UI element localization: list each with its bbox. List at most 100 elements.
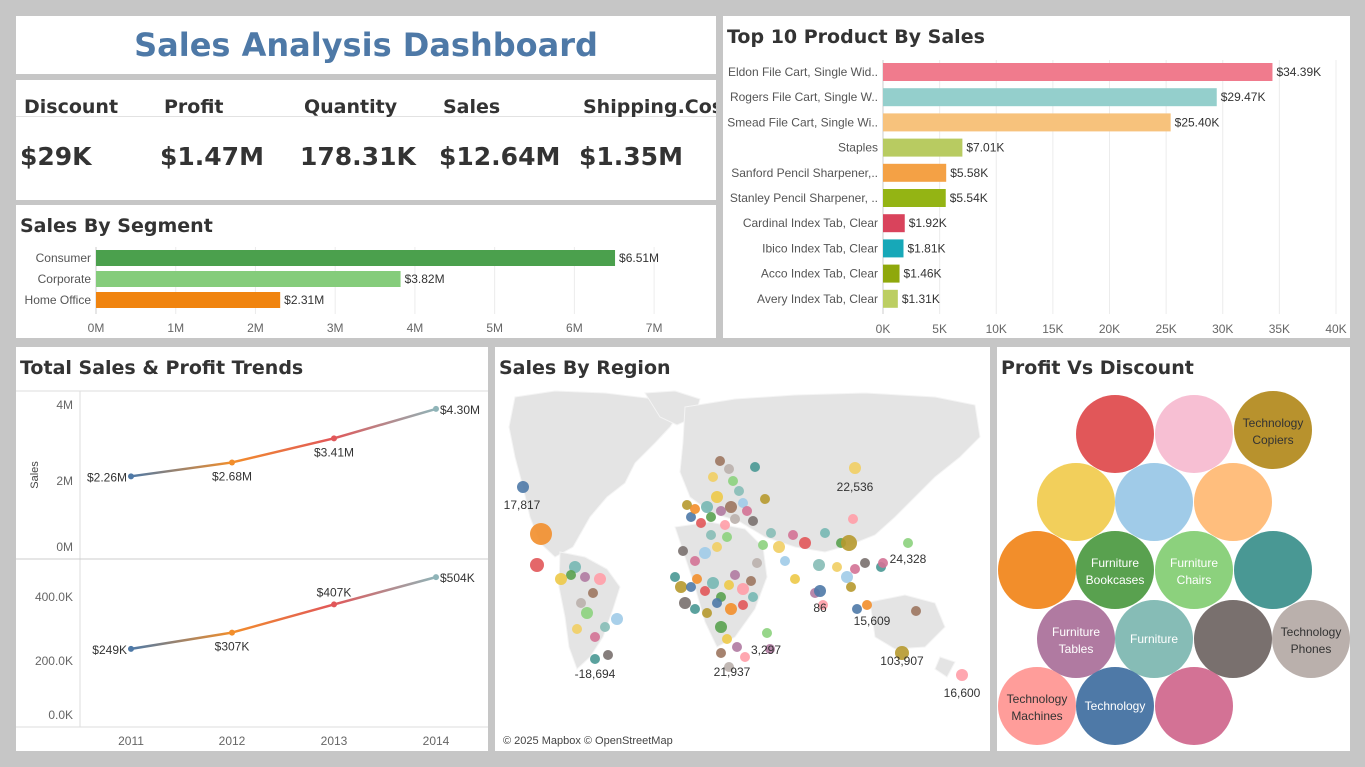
region-dot [722,532,732,542]
category-label: Corporate [38,272,92,286]
region-dot [734,486,744,496]
region-dot [588,588,598,598]
bar [883,88,1217,107]
region-dot [700,586,710,596]
kpi-value: $12.64M [439,142,561,171]
trend-point [331,435,337,442]
region-dot [590,632,600,642]
region-dot [738,600,748,610]
kpi-quantity[interactable]: Quantity 178.31K [296,80,436,200]
region-dot [594,573,606,585]
region-dot [762,628,772,638]
bar [883,214,905,233]
kpi-sales[interactable]: Sales $12.64M [435,80,575,200]
segment-title: Sales By Segment [20,215,213,237]
bar [883,63,1273,81]
top10-chart: 0K 5K 10K 15K 20K 25K 30K 35K 40K Eldon File Cart… [727,60,1347,336]
region-dot [742,506,752,516]
y-tick-label: 200.0K [35,654,73,668]
data-label: $504K [440,571,475,585]
x-tick-label: 4M [407,321,424,335]
region-dot [737,583,749,595]
region-dot [748,516,758,526]
bubble [1194,463,1272,541]
region-label: 17,817 [504,498,541,512]
x-tick-label: 25K [1155,322,1176,336]
kpi-value: $1.35M [579,142,683,171]
region-dot [850,564,860,574]
region-dot [820,528,830,538]
bubble-chart: Technology Copiers Furniture Bookcases Furni… [998,391,1350,745]
x-tick-label: 2011 [118,734,144,748]
bubble [1076,395,1154,473]
bubble-label: Technology [1085,699,1146,713]
product-label: Eldon File Cart, Single Wid.. [728,65,878,79]
bubble [1076,531,1154,609]
region-dot [678,546,688,556]
region-dot [517,481,529,493]
region-dot [530,558,544,572]
region-dot [848,514,858,524]
region-dot [572,624,582,634]
bubble-label: Furniture [1130,632,1178,646]
region-dot [675,581,687,593]
region-dot [790,574,800,584]
x-tick-label: 35K [1269,322,1290,336]
value-label: $1.46K [904,267,942,281]
x-tick-label: 1M [167,321,184,335]
kpi-shipping-cost[interactable]: Shipping.Cost $1.35M [575,80,716,200]
data-label: $407K [317,585,352,599]
value-label: $7.01K [966,141,1004,155]
value-label: $29.47K [1221,90,1266,104]
y-tick-label: 400.0K [35,590,73,604]
region-dot [715,456,725,466]
region-title: Sales By Region [499,357,671,379]
region-map[interactable]: 17,817 22,536 24,328 86 15,609 103,907 16,600 3… [495,347,990,751]
region-dot [706,512,716,522]
trend-chart: 4M 2M 0M Sales $2.26M $2.68M $3.41M $4.30M 400.0… [16,390,488,748]
trend-point [433,405,439,412]
x-tick-label: 2M [247,321,264,335]
region-dot [911,606,921,616]
y-tick-label: 4M [56,398,73,412]
product-label: Acco Index Tab, Clear [761,267,878,281]
segment-panel: Sales By Segment 0M 1M 2M 3M 4M 5M 6M 7M Consume… [16,205,716,338]
y-tick-label: 0.0K [48,708,73,722]
y-axis-label: Sales [29,461,41,489]
region-dot [722,634,732,644]
bar [883,138,963,157]
data-label: $307K [215,640,250,654]
region-dot [690,504,700,514]
bubble [1115,463,1193,541]
region-label: 16,600 [944,686,981,700]
data-label: $249K [92,643,127,657]
bubble-label: Tables [1059,642,1094,656]
region-dot [728,476,738,486]
region-dot [841,535,857,551]
trend-point [128,473,134,480]
value-label: $34.39K [1276,65,1321,79]
region-dot [814,585,826,597]
category-label: Consumer [36,251,91,265]
bar [883,163,947,182]
region-dot [730,570,740,580]
region-dot [724,580,734,590]
bar [883,113,1171,132]
bubble [998,667,1076,745]
kpi-discount[interactable]: Discount $29K [16,80,156,200]
pvd-title: Profit Vs Discount [1001,357,1194,379]
region-dot [746,576,756,586]
region-dot [748,592,758,602]
kpi-profit[interactable]: Profit $1.47M [156,80,296,200]
region-dot [862,600,872,610]
region-dot [706,530,716,540]
value-label: $1.81K [907,241,945,255]
region-dot [773,541,785,553]
trend-point [229,459,235,466]
kpi-label: Profit [164,96,224,118]
bar [96,271,401,287]
region-dot [603,650,613,660]
region-dot [813,559,825,571]
region-dot [849,462,861,474]
region-dot [752,558,762,568]
